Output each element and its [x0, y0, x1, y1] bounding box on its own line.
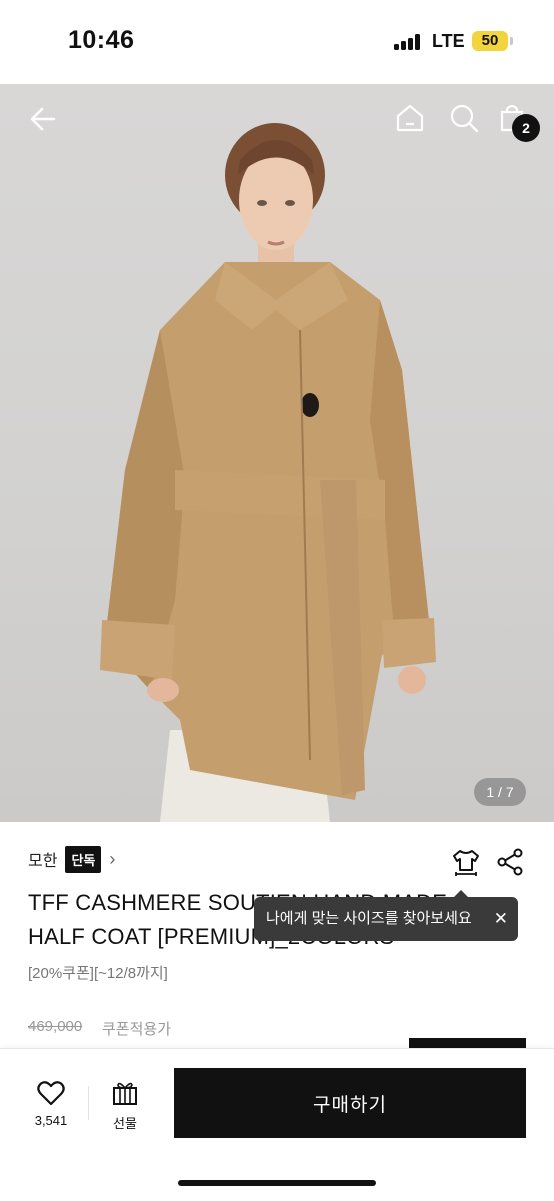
- cart-count-badge: 2: [512, 114, 540, 142]
- home-icon: [396, 104, 424, 132]
- battery-icon: 50: [472, 31, 508, 51]
- close-icon[interactable]: ✕: [494, 897, 508, 941]
- status-bar: 10:46 LTE 50: [0, 0, 554, 84]
- tooltip-text: 나에게 맞는 사이즈를 찾아보세요: [266, 910, 472, 927]
- status-time: 10:46: [68, 26, 135, 54]
- bottom-divider: [88, 1086, 89, 1120]
- back-button[interactable]: [28, 104, 58, 139]
- product-photo: [100, 123, 436, 822]
- product-image-gallery[interactable]: [0, 84, 554, 822]
- brand-name: 모한: [28, 853, 58, 870]
- home-indicator: [178, 1180, 376, 1186]
- gift-icon: [113, 1082, 137, 1105]
- home-button[interactable]: [394, 102, 426, 139]
- battery-tip: [510, 37, 513, 45]
- coupon-note: [20%쿠폰][~12/8까지]: [28, 965, 168, 982]
- size-finder-tooltip[interactable]: 나에게 맞는 사이즈를 찾아보세요 ✕: [254, 890, 518, 941]
- shirt-size-icon: [453, 850, 479, 876]
- heart-icon: [37, 1081, 65, 1106]
- gift-button[interactable]: 선물: [104, 1080, 146, 1132]
- coupon-price-label: 쿠폰적용가: [102, 1021, 172, 1038]
- search-icon: [450, 104, 479, 133]
- share-icon: [497, 848, 523, 876]
- network-label: LTE: [432, 31, 465, 51]
- original-price: 469,000: [28, 1018, 83, 1035]
- brand-link[interactable]: 모한 단독 ›: [28, 845, 116, 873]
- share-button[interactable]: [495, 847, 525, 882]
- back-arrow-icon: [30, 107, 56, 131]
- search-button[interactable]: [448, 102, 480, 139]
- image-counter: 1 / 7: [474, 778, 526, 806]
- gift-label: 선물: [113, 1116, 137, 1131]
- like-button[interactable]: 3,541: [28, 1080, 74, 1128]
- chevron-right-icon: ›: [109, 848, 116, 869]
- buy-button[interactable]: 구매하기: [174, 1068, 526, 1138]
- size-guide-button[interactable]: [450, 846, 482, 883]
- like-count: 3,541: [34, 1113, 68, 1128]
- exclusive-badge: 단독: [65, 845, 102, 873]
